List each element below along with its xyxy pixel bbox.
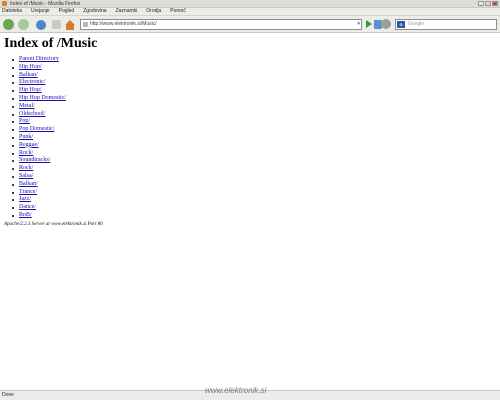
entry-link[interactable]: Oldschool/ — [19, 111, 45, 117]
navigation-toolbar: http://www.elektronik.si/Music/ ▾ G Goog… — [0, 16, 500, 33]
search-input[interactable]: Google — [408, 20, 424, 29]
status-text: Done — [2, 392, 14, 398]
entry-link[interactable]: Rock/ — [19, 165, 33, 171]
entry-link[interactable]: Punk/ — [19, 134, 33, 140]
entry-link[interactable]: Hip Hop/ — [19, 87, 42, 93]
list-item: Hip Hop Domestic/ — [12, 95, 66, 103]
entry-link[interactable]: Pop/ — [19, 118, 30, 124]
directory-listing: Parent Directory Hip Hop/ Balkan/ Electr… — [12, 56, 66, 220]
list-item: Hip Hop/ — [12, 87, 66, 95]
google-icon[interactable]: G — [397, 21, 405, 28]
menu-bookmarks[interactable]: Zaznamki — [116, 8, 138, 15]
menu-bar: Datoteka Urejanje Pogled Zgodovina Zazna… — [0, 8, 500, 16]
list-item: Trance/ — [12, 189, 66, 197]
list-item: Electronic/ — [12, 79, 66, 87]
stop-icon[interactable] — [52, 20, 61, 29]
list-item: Pop Domestic/ — [12, 126, 66, 134]
menu-view[interactable]: Pogled — [59, 8, 75, 15]
firefox-icon — [2, 1, 7, 6]
list-item: Balkan/ — [12, 72, 66, 80]
list-item: Rock/ — [12, 165, 66, 173]
list-item: Pop/ — [12, 118, 66, 126]
back-arrow-icon[interactable] — [3, 19, 14, 30]
address-bar[interactable]: http://www.elektronik.si/Music/ ▾ — [80, 19, 362, 30]
entry-link[interactable]: RnB/ — [19, 212, 32, 218]
entry-link[interactable]: Trance/ — [19, 189, 37, 195]
list-item: RnB/ — [12, 212, 66, 220]
list-item: Balkan/ — [12, 181, 66, 189]
entry-link[interactable]: Hip Hop/ — [19, 64, 42, 70]
maximize-button[interactable]: □ — [485, 1, 491, 6]
menu-tools[interactable]: Orodja — [146, 8, 161, 15]
list-item: Rock/ — [12, 150, 66, 158]
menu-edit[interactable]: Urejanje — [31, 8, 50, 15]
menu-history[interactable]: Zgodovina — [83, 8, 106, 15]
minimize-button[interactable]: _ — [478, 1, 484, 6]
list-item: Parent Directory — [12, 56, 66, 64]
entry-link[interactable]: Dance/ — [19, 204, 36, 210]
list-item: Hip Hop/ — [12, 64, 66, 72]
url-text[interactable]: http://www.elektronik.si/Music/ — [90, 20, 157, 29]
list-item: Soundtracks/ — [12, 157, 66, 165]
entry-link[interactable]: Pop Domestic/ — [19, 126, 55, 132]
list-item: Jazz/ — [12, 196, 66, 204]
search-engine-icon[interactable] — [381, 19, 391, 29]
entry-link[interactable]: Salsa/ — [19, 173, 33, 179]
go-arrow-icon[interactable] — [366, 20, 372, 28]
search-bar[interactable]: G Google — [395, 19, 497, 30]
page-favicon-icon — [83, 22, 88, 27]
list-item: Punk/ — [12, 134, 66, 142]
entry-link[interactable]: Balkan/ — [19, 181, 38, 187]
entry-link[interactable]: Soundtracks/ — [19, 157, 50, 163]
entry-link[interactable]: Rock/ — [19, 150, 33, 156]
entry-link[interactable]: Electronic/ — [19, 79, 45, 85]
watermark: www.elektronik.si — [205, 386, 267, 395]
window-title: Index of /Music - Mozilla Firefox — [10, 1, 81, 7]
window-controls: _ □ x — [478, 1, 498, 6]
list-item: Reggae/ — [12, 142, 66, 150]
url-dropdown-icon[interactable]: ▾ — [357, 21, 360, 28]
home-icon-base[interactable] — [66, 25, 74, 30]
entry-link[interactable]: Hip Hop Domestic/ — [19, 95, 66, 101]
entry-link[interactable]: Parent Directory — [19, 56, 59, 62]
server-signature: Apache/2.2.3 Server at www.elektronik.si… — [4, 222, 103, 227]
entry-link[interactable]: Metal/ — [19, 103, 35, 109]
list-item: Dance/ — [12, 204, 66, 212]
list-item: Salsa/ — [12, 173, 66, 181]
entry-link[interactable]: Reggae/ — [19, 142, 39, 148]
entry-link[interactable]: Jazz/ — [19, 196, 31, 202]
page-content: Index of /Music Parent Directory Hip Hop… — [0, 34, 500, 390]
close-button[interactable]: x — [492, 1, 498, 6]
menu-file[interactable]: Datoteka — [2, 8, 22, 15]
reload-icon[interactable] — [36, 20, 46, 30]
list-item: Oldschool/ — [12, 111, 66, 119]
browser-window: Index of /Music - Mozilla Firefox _ □ x … — [0, 0, 500, 400]
forward-arrow-icon[interactable] — [18, 19, 29, 30]
title-bar: Index of /Music - Mozilla Firefox _ □ x — [0, 0, 500, 8]
menu-help[interactable]: Pomoč — [170, 8, 186, 15]
list-item: Metal/ — [12, 103, 66, 111]
entry-link[interactable]: Balkan/ — [19, 72, 38, 78]
page-title: Index of /Music — [4, 36, 98, 51]
